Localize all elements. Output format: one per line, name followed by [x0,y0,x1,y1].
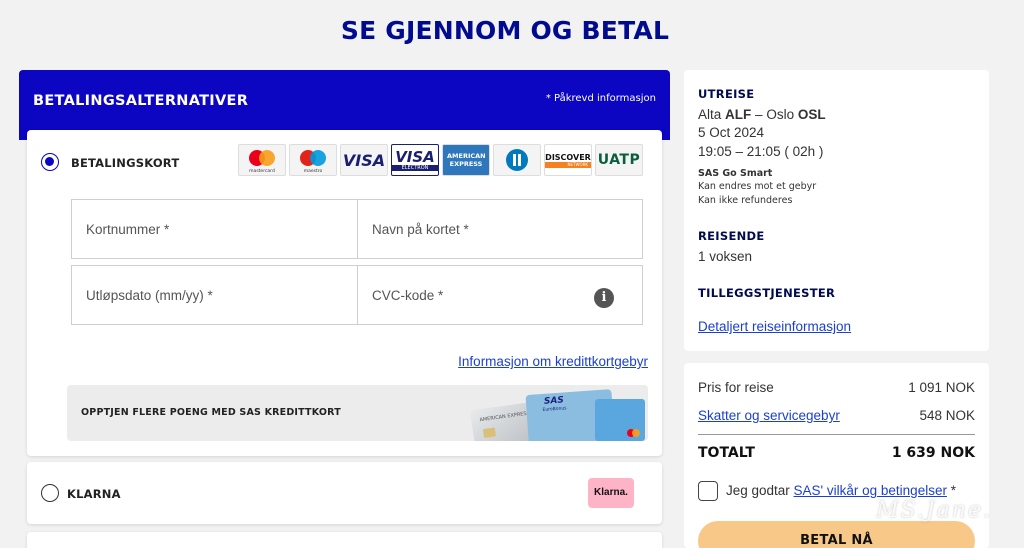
amex-text: AMERICAN EXPRESS [447,152,486,168]
credit-card-image: AMERICAN EXPRESS SAS EuroBonus [470,389,645,441]
route-from-city: Alta [698,107,722,122]
name-on-card-placeholder: Navn på kortet * [372,222,469,237]
trip-details-link[interactable]: Detaljert reiseinformasjon [698,319,851,334]
total-value: 1 639 NOK [891,445,975,461]
card-option-label: BETALINGSKORT [71,156,180,170]
promo-sas-text: SAS [544,395,565,406]
expiry-placeholder: Utløpsdato (mm/yy) * [86,288,213,303]
maestro-logo: maestro [289,144,337,176]
trip-price-row: Pris for reise 1 091 NOK [698,380,975,395]
klarna-logo: Klarna. [588,478,634,508]
maestro-sublabel: maestro [304,168,323,174]
info-icon[interactable]: i [594,288,614,308]
price-divider [698,434,975,435]
travelers-heading: REISENDE [698,229,765,243]
outbound-heading: UTREISE [698,87,755,101]
electron-text: ELECTRON [392,165,438,171]
route-to-code: OSL [797,107,826,122]
expiry-date-field[interactable]: Utløpsdato (mm/yy) * [71,265,358,325]
trip-price-value: 1 091 NOK [908,380,975,395]
payment-card-section: BETALINGSKORT mastercard maestro VISA VI… [27,130,662,456]
discover-network-text: NETWORK [545,161,591,168]
pay-now-button[interactable]: BETAL NÅ [698,521,975,548]
route-to-city: Oslo [766,107,795,122]
fare-name: SAS Go Smart [698,168,773,179]
payment-panel: BETALINGSALTERNATIVER * Påkrevd informas… [19,70,670,548]
next-payment-option[interactable] [27,532,662,548]
klarna-label: KLARNA [67,487,121,501]
route-separator: – [755,107,763,122]
fare-rule-change: Kan endres mot et gebyr [698,181,817,192]
terms-text: Jeg godtar SAS' vilkår og betingelser * [726,483,956,498]
route-from-code: ALF [725,107,752,122]
tax-value: 548 NOK [919,408,975,423]
trip-summary: UTREISE Alta ALF – Oslo OSL 5 Oct 2024 1… [684,70,989,351]
diners-logo [493,144,541,176]
discover-text: DISCOVER [545,152,591,162]
extras-heading: TILLEGGSTJENESTER [698,286,836,300]
card-radio[interactable] [41,153,59,171]
card-number-field[interactable]: Kortnummer * [71,199,358,259]
sas-credit-card-promo[interactable]: OPPTJEN FLERE POENG MED SAS KREDITTKORT … [67,385,648,441]
amex-logo: AMERICAN EXPRESS [442,144,490,176]
visa-logo: VISA [340,144,388,176]
flight-date: 5 Oct 2024 [698,125,765,140]
tax-row: Skatter og servicegebyr 548 NOK [698,408,975,423]
klarna-radio[interactable] [41,484,59,502]
required-info-note: * Påkrevd informasjon [545,93,656,104]
travelers-count: 1 voksen [698,249,753,264]
flight-time: 19:05 – 21:05 ( 02h ) [698,144,824,159]
fare-rule-refund: Kan ikke refunderes [698,195,793,206]
klarna-option[interactable]: KLARNA Klarna. [27,462,662,524]
terms-link[interactable]: SAS' vilkår og betingelser [794,483,947,498]
terms-prefix: Jeg godtar [726,483,794,498]
credit-card-fee-link[interactable]: Informasjon om kredittkortgebyr [458,354,648,369]
uatp-text: UATP [597,152,641,168]
terms-suffix: * [946,483,956,498]
terms-checkbox[interactable] [698,481,718,501]
visa-text: VISA [342,150,386,170]
visa-electron-text: VISA [395,148,435,166]
promo-text: OPPTJEN FLERE POENG MED SAS KREDITTKORT [81,407,341,418]
route: Alta ALF – Oslo OSL [698,107,826,122]
mastercard-sublabel: mastercard [249,168,275,174]
watermark: MS.Jane. [876,498,992,523]
page-title: SE GJENNOM OG BETAL [340,16,670,45]
payment-header-title: BETALINGSALTERNATIVER [33,93,249,109]
cvc-placeholder: CVC-kode * [372,288,444,303]
name-on-card-field[interactable]: Navn på kortet * [357,199,643,259]
tax-link[interactable]: Skatter og servicegebyr [698,408,840,423]
discover-logo: DISCOVER NETWORK [544,144,592,176]
uatp-logo: UATP [595,144,643,176]
trip-price-label: Pris for reise [698,380,774,395]
visa-electron-logo: VISA ELECTRON [391,144,439,176]
mastercard-logo: mastercard [238,144,286,176]
card-number-placeholder: Kortnummer * [86,222,170,237]
cvc-field[interactable]: CVC-kode * i [357,265,643,325]
total-label: TOTALT [698,445,755,461]
